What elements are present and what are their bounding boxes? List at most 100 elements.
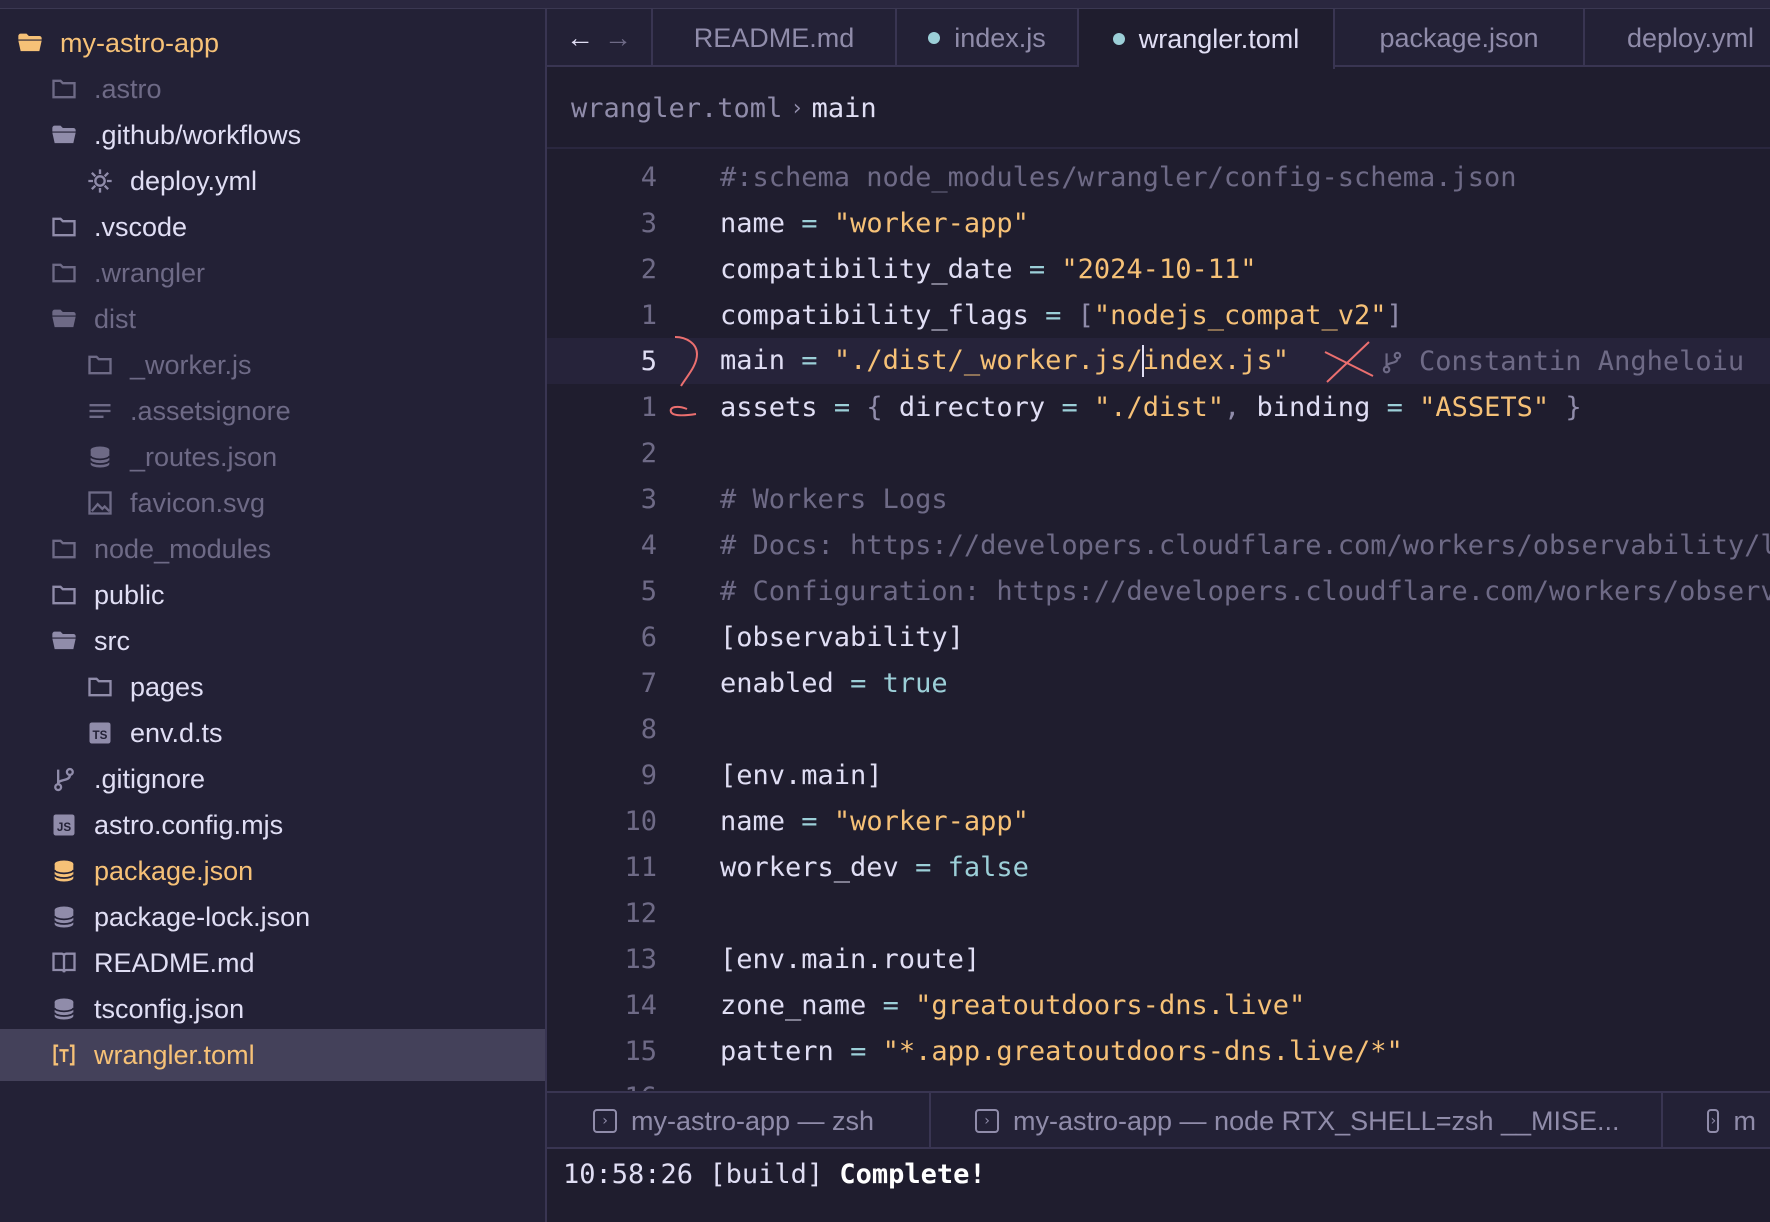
terminal-tab-zsh[interactable]: › my-astro-app — zsh xyxy=(547,1093,931,1149)
terminal-output[interactable]: 10:58:26 [build] Complete! xyxy=(563,1159,986,1190)
tree-item-label: .wrangler xyxy=(94,257,206,288)
code-line: 5 # Configuration: https://developers.cl… xyxy=(547,568,1770,614)
toml-operator: = xyxy=(1045,299,1062,331)
tree-item-label: node_modules xyxy=(94,533,272,564)
folder-icon xyxy=(50,581,78,609)
tree-item-pages[interactable]: pages xyxy=(0,661,545,713)
toml-operator: = xyxy=(882,989,899,1021)
toml-key: pattern xyxy=(720,1035,834,1067)
line-number: 7 xyxy=(640,667,657,699)
line-number: 3 xyxy=(640,207,657,239)
line-number: 9 xyxy=(640,759,657,791)
tree-item-wrangler-dir[interactable]: .wrangler xyxy=(0,247,545,299)
line-number: 6 xyxy=(640,621,657,653)
lines-icon xyxy=(86,397,114,425)
toml-key: name xyxy=(720,805,786,837)
tree-item-readme[interactable]: README.md xyxy=(0,937,545,989)
code-line: 6 [observability] xyxy=(547,614,1770,660)
tab-wrangler-toml[interactable]: wrangler.toml xyxy=(1079,9,1335,69)
toml-key: binding xyxy=(1256,391,1371,423)
toml-key: zone_name xyxy=(720,989,867,1021)
tree-item-label: README.md xyxy=(94,947,255,978)
terminal-tab-label: my-astro-app — node RTX_SHELL=zsh __MISE… xyxy=(1013,1105,1620,1136)
breadcrumb-file[interactable]: wrangler.toml xyxy=(571,93,782,124)
breadcrumb-symbol[interactable]: main xyxy=(812,93,877,124)
tab-package-json[interactable]: package.json xyxy=(1335,9,1585,67)
tree-item-label: deploy.yml xyxy=(130,165,258,196)
tab-readme[interactable]: README.md xyxy=(653,9,897,67)
toml-string: "greatoutdoors-dns.live" xyxy=(915,989,1306,1021)
tab-label: wrangler.toml xyxy=(1138,23,1300,54)
toml-comma: , xyxy=(1224,391,1257,423)
tree-root[interactable]: my-astro-app xyxy=(0,17,545,69)
terminal-tab-more[interactable]: › m xyxy=(1663,1093,1770,1149)
tree-item-astro-config[interactable]: JS astro.config.mjs xyxy=(0,799,545,851)
tree-item-github-workflows[interactable]: .github/workflows xyxy=(0,109,545,161)
tree-item-astro[interactable]: .astro xyxy=(0,63,545,115)
tree-item-package-json[interactable]: package.json xyxy=(0,845,545,897)
tree-item-label: pages xyxy=(130,671,204,702)
back-arrow-icon[interactable]: ← xyxy=(566,22,594,54)
ts-icon: TS xyxy=(86,719,114,747)
tree-item-deploy-yml[interactable]: deploy.yml xyxy=(0,155,545,207)
git-blame[interactable]: Constantin Angheloiu xyxy=(1379,346,1744,377)
toml-string: index.js" xyxy=(1142,344,1289,376)
book-icon xyxy=(50,949,78,977)
terminal-tag: [build] xyxy=(709,1159,824,1190)
terminal-tab-bar: › my-astro-app — zsh › my-astro-app — no… xyxy=(547,1091,1770,1149)
toml-key: name xyxy=(720,207,786,239)
folder-icon xyxy=(50,75,78,103)
tab-deploy-yml[interactable]: deploy.yml xyxy=(1585,9,1770,67)
folder-icon xyxy=(50,535,78,563)
toml-string: "worker-app" xyxy=(833,805,1029,837)
tree-item-dist[interactable]: dist xyxy=(0,293,545,345)
code-line: 1 assets = { directory = "./dist", bindi… xyxy=(547,384,1770,430)
code-line: 4 #:schema node_modules/wrangler/config-… xyxy=(547,154,1770,200)
toml-key: compatibility_date xyxy=(720,253,1013,285)
database-icon xyxy=(50,903,78,931)
terminal-tab-label: m xyxy=(1733,1105,1756,1136)
tree-item-package-lock[interactable]: package-lock.json xyxy=(0,891,545,943)
code-line: 2 compatibility_date = "2024-10-11" xyxy=(547,246,1770,292)
modified-dot-icon xyxy=(1112,33,1125,45)
tab-index-js[interactable]: index.js xyxy=(897,9,1079,67)
code-area[interactable]: 4 #:schema node_modules/wrangler/config-… xyxy=(547,154,1770,1094)
toml-boolean: false xyxy=(947,851,1029,883)
line-number: 1 xyxy=(640,299,657,331)
tree-item-gitignore[interactable]: .gitignore xyxy=(0,753,545,805)
code-comment: # Docs: https://developers.cloudflare.co… xyxy=(720,529,1770,561)
tree-item-src[interactable]: src xyxy=(0,615,545,667)
toml-key: enabled xyxy=(720,667,834,699)
tree-item-public[interactable]: public xyxy=(0,569,545,621)
tree-item-favicon-svg[interactable]: favicon.svg xyxy=(0,477,545,529)
tree-item-assetsignore[interactable]: .assetsignore xyxy=(0,385,545,437)
database-icon xyxy=(50,857,78,885)
line-number: 15 xyxy=(624,1035,657,1067)
folder-open-icon xyxy=(50,627,78,655)
tree-item-worker-js[interactable]: _worker.js xyxy=(0,339,545,391)
tree-item-label: .vscode xyxy=(94,211,188,242)
toml-brace: { xyxy=(866,391,899,423)
tree-item-label: astro.config.mjs xyxy=(94,809,284,840)
toml-brace: } xyxy=(1549,391,1582,423)
tree-item-tsconfig[interactable]: tsconfig.json xyxy=(0,983,545,1035)
svg-text:TS: TS xyxy=(93,729,108,742)
gear-icon xyxy=(86,167,114,195)
terminal-tab-node[interactable]: › my-astro-app — node RTX_SHELL=zsh __MI… xyxy=(931,1093,1663,1149)
toml-bracket: ] xyxy=(1386,299,1403,331)
tree-item-env-d-ts[interactable]: TS env.d.ts xyxy=(0,707,545,759)
tree-item-vscode[interactable]: .vscode xyxy=(0,201,545,253)
terminal-icon: › xyxy=(975,1109,999,1133)
code-line-current: 5 main = "./dist/_worker.js/index.js" Co… xyxy=(547,338,1770,384)
toml-string: "2024-10-11" xyxy=(1061,253,1257,285)
tab-label: index.js xyxy=(954,22,1046,53)
line-number: 2 xyxy=(640,437,657,469)
tree-item-wrangler-toml[interactable]: wrangler.toml xyxy=(0,1029,545,1081)
toml-table: [env.main.route] xyxy=(720,943,981,975)
line-number: 4 xyxy=(640,529,657,561)
code-line: 4 # Docs: https://developers.cloudflare.… xyxy=(547,522,1770,568)
tree-item-node-modules[interactable]: node_modules xyxy=(0,523,545,575)
forward-arrow-icon[interactable]: → xyxy=(604,22,632,54)
tree-item-routes-json[interactable]: _routes.json xyxy=(0,431,545,483)
toml-operator: = xyxy=(801,207,818,239)
